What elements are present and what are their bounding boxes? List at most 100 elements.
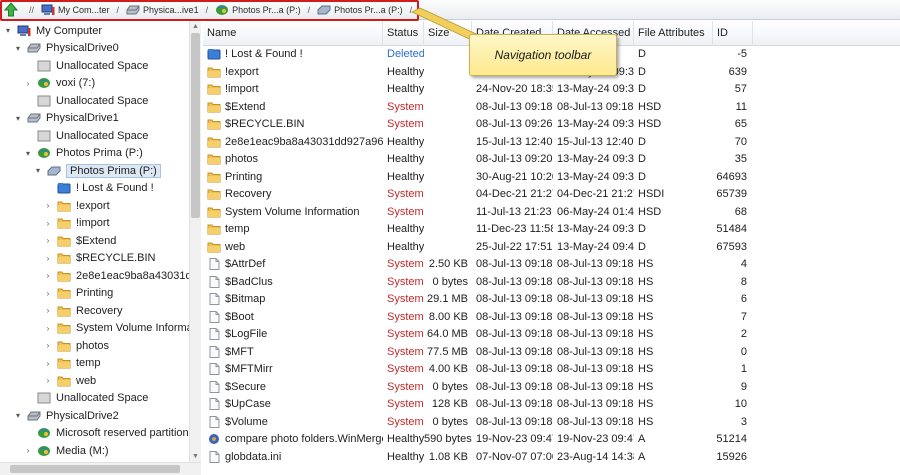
- tree-item[interactable]: › System Volume Information: [0, 320, 200, 338]
- tree-item[interactable]: › temp: [0, 355, 101, 373]
- tree-vertical-scrollbar[interactable]: ▲ ▼: [189, 21, 201, 462]
- expand-arrow-icon[interactable]: ›: [43, 271, 53, 280]
- folder-icon: [207, 224, 221, 235]
- callout-text: Navigation toolbar: [494, 48, 592, 62]
- cell-status: Healthy: [387, 135, 424, 148]
- table-row[interactable]: $AttrDef System 2.50 KB 08-Jul-13 09:18 08-J…: [203, 256, 900, 274]
- cell-status: System: [387, 345, 424, 358]
- tree-item[interactable]: › Media (M:): [0, 442, 109, 460]
- folder-icon: [207, 154, 221, 165]
- tree-item[interactable]: › Printing: [0, 285, 114, 303]
- expand-arrow-icon[interactable]: ›: [43, 201, 53, 210]
- collapse-arrow-icon[interactable]: ▾: [3, 26, 13, 35]
- tree-item-label: PhysicalDrive1: [46, 112, 119, 125]
- table-row[interactable]: globdata.ini Healthy 1.08 KB 07-Nov-07 07:0…: [203, 449, 900, 467]
- tree-item[interactable]: › 2e8e1eac9ba8a43031dd927: [0, 267, 200, 285]
- expand-arrow-icon[interactable]: ›: [43, 324, 53, 333]
- file-icon: [209, 293, 220, 306]
- tree-item[interactable]: ▾ PhysicalDrive0: [0, 40, 119, 58]
- scroll-thumb[interactable]: [191, 33, 200, 218]
- cell-id: 2: [740, 328, 747, 340]
- tree-item[interactable]: ▾ My Computer: [0, 22, 102, 40]
- col-header-size[interactable]: Size: [424, 21, 472, 46]
- tree-item[interactable]: ! Lost & Found !: [0, 180, 154, 198]
- cell-created: 08-Jul-13 09:18: [476, 275, 553, 288]
- expand-arrow-icon[interactable]: ›: [43, 376, 53, 385]
- tree-item[interactable]: › photos: [0, 337, 109, 355]
- table-row[interactable]: $Extend System 08-Jul-13 09:18 08-Jul-13 09…: [203, 99, 900, 117]
- tree-item[interactable]: › Recovery: [0, 302, 123, 320]
- collapse-arrow-icon[interactable]: ▾: [13, 44, 23, 53]
- col-header-file-attributes[interactable]: File Attributes: [634, 21, 713, 46]
- table-row[interactable]: $Secure System 0 bytes 08-Jul-13 09:18 08-Ju…: [203, 379, 900, 397]
- cell-created: 08-Jul-13 09:18: [476, 293, 553, 305]
- tree-item-label: voxi (7:): [56, 77, 96, 90]
- tree-item[interactable]: Unallocated Space: [0, 127, 148, 145]
- cell-id: 51214: [716, 433, 747, 445]
- table-row[interactable]: !import Healthy 24-Nov-20 18:35 13-May-24 0…: [203, 81, 900, 99]
- expand-arrow-icon[interactable]: ›: [43, 359, 53, 368]
- expand-arrow-icon[interactable]: ›: [43, 306, 53, 315]
- collapse-arrow-icon[interactable]: ▾: [13, 114, 23, 123]
- table-row[interactable]: $Volume System 0 bytes 08-Jul-13 09:18 08-Ju…: [203, 414, 900, 432]
- table-row[interactable]: $Bitmap System 29.1 MB 08-Jul-13 09:18 08-Ju…: [203, 291, 900, 309]
- scroll-up-icon[interactable]: ▲: [190, 21, 201, 32]
- tree-item[interactable]: ▾ PhysicalDrive2: [0, 407, 119, 425]
- tree-item[interactable]: ▾ Photos Prima (P:): [0, 145, 143, 163]
- expand-arrow-icon[interactable]: ›: [43, 219, 53, 228]
- cell-size: 1.08 KB: [428, 450, 468, 463]
- tree-horizontal-scrollbar[interactable]: [0, 462, 201, 475]
- tree-item[interactable]: Unallocated Space: [0, 390, 148, 408]
- table-row[interactable]: Recovery System 04-Dec-21 21:27 04-Dec-21 2…: [203, 186, 900, 204]
- expand-arrow-icon[interactable]: ›: [43, 289, 53, 298]
- cell-size: [424, 99, 472, 117]
- tree-item[interactable]: › !export: [0, 197, 110, 215]
- table-row[interactable]: $LogFile System 64.0 MB 08-Jul-13 09:18 08-J…: [203, 326, 900, 344]
- folder-icon: [57, 323, 71, 334]
- tree-item[interactable]: ▾ PhysicalDrive1: [0, 110, 119, 128]
- table-row[interactable]: compare photo folders.WinMerge Healthy 590…: [203, 431, 900, 449]
- expand-arrow-icon[interactable]: ›: [43, 341, 53, 350]
- table-row[interactable]: temp Healthy 11-Dec-23 11:58 13-May-24 09:3…: [203, 221, 900, 239]
- table-row[interactable]: System Volume Information System 11-Jul-13…: [203, 204, 900, 222]
- table-row[interactable]: Printing Healthy 30-Aug-21 10:20 13-May-24 …: [203, 169, 900, 187]
- table-row[interactable]: $MFT System 77.5 MB 08-Jul-13 09:18 08-Jul-1…: [203, 344, 900, 362]
- cell-status: Healthy: [387, 240, 424, 253]
- collapse-arrow-icon[interactable]: ▾: [23, 149, 33, 158]
- table-row[interactable]: $MFTMirr System 4.00 KB 08-Jul-13 09:18 08-J…: [203, 361, 900, 379]
- collapse-arrow-icon[interactable]: ▾: [13, 411, 23, 420]
- col-header-name[interactable]: Name: [203, 21, 383, 46]
- cell-id: 3: [740, 415, 747, 428]
- scroll-down-icon[interactable]: ▼: [190, 451, 201, 462]
- col-header-status[interactable]: Status: [383, 21, 424, 46]
- tree-item[interactable]: Microsoft reserved partition: [0, 425, 189, 443]
- tree-item[interactable]: › $Extend: [0, 232, 117, 250]
- expand-arrow-icon[interactable]: ›: [43, 254, 53, 263]
- table-row[interactable]: $RECYCLE.BIN System 08-Jul-13 09:26 13-May-…: [203, 116, 900, 134]
- tree-item[interactable]: Unallocated Space: [0, 57, 148, 75]
- cell-size: [424, 239, 472, 257]
- table-row[interactable]: $BadClus System 0 bytes 08-Jul-13 09:18 08-J…: [203, 274, 900, 292]
- file-name: Printing: [225, 170, 263, 183]
- expand-arrow-icon[interactable]: ›: [43, 236, 53, 245]
- expand-arrow-icon[interactable]: ›: [23, 79, 33, 88]
- expand-arrow-icon[interactable]: ›: [23, 446, 33, 455]
- table-row[interactable]: photos Healthy 08-Jul-13 09:20 13-May-24 09…: [203, 151, 900, 169]
- table-row[interactable]: $Boot System 8.00 KB 08-Jul-13 09:18 08-Jul-…: [203, 309, 900, 327]
- table-row[interactable]: web Healthy 25-Jul-22 17:51 13-May-24 09:47…: [203, 239, 900, 257]
- tree-item[interactable]: › $RECYCLE.BIN: [0, 250, 156, 268]
- tree-item[interactable]: › !import: [0, 215, 110, 233]
- tree-item[interactable]: › voxi (7:): [0, 75, 95, 93]
- tree-item[interactable]: › web: [0, 372, 97, 390]
- col-header-id[interactable]: ID: [713, 21, 753, 46]
- collapse-arrow-icon[interactable]: ▾: [33, 166, 43, 175]
- scroll-thumb[interactable]: [10, 465, 180, 473]
- cell-size: [424, 151, 472, 169]
- tree-item[interactable]: ▾ Photos Prima (P:): [0, 162, 161, 180]
- cell-status: System: [387, 188, 424, 200]
- table-row[interactable]: 2e8e1eac9ba8a43031dd927a960ff4 Healthy 15-…: [203, 134, 900, 152]
- cell-created: 08-Jul-13 09:18: [476, 363, 553, 375]
- cell-id: 68: [734, 205, 747, 218]
- tree-item[interactable]: Unallocated Space: [0, 92, 148, 110]
- table-row[interactable]: $UpCase System 128 KB 08-Jul-13 09:18 08-Jul…: [203, 396, 900, 414]
